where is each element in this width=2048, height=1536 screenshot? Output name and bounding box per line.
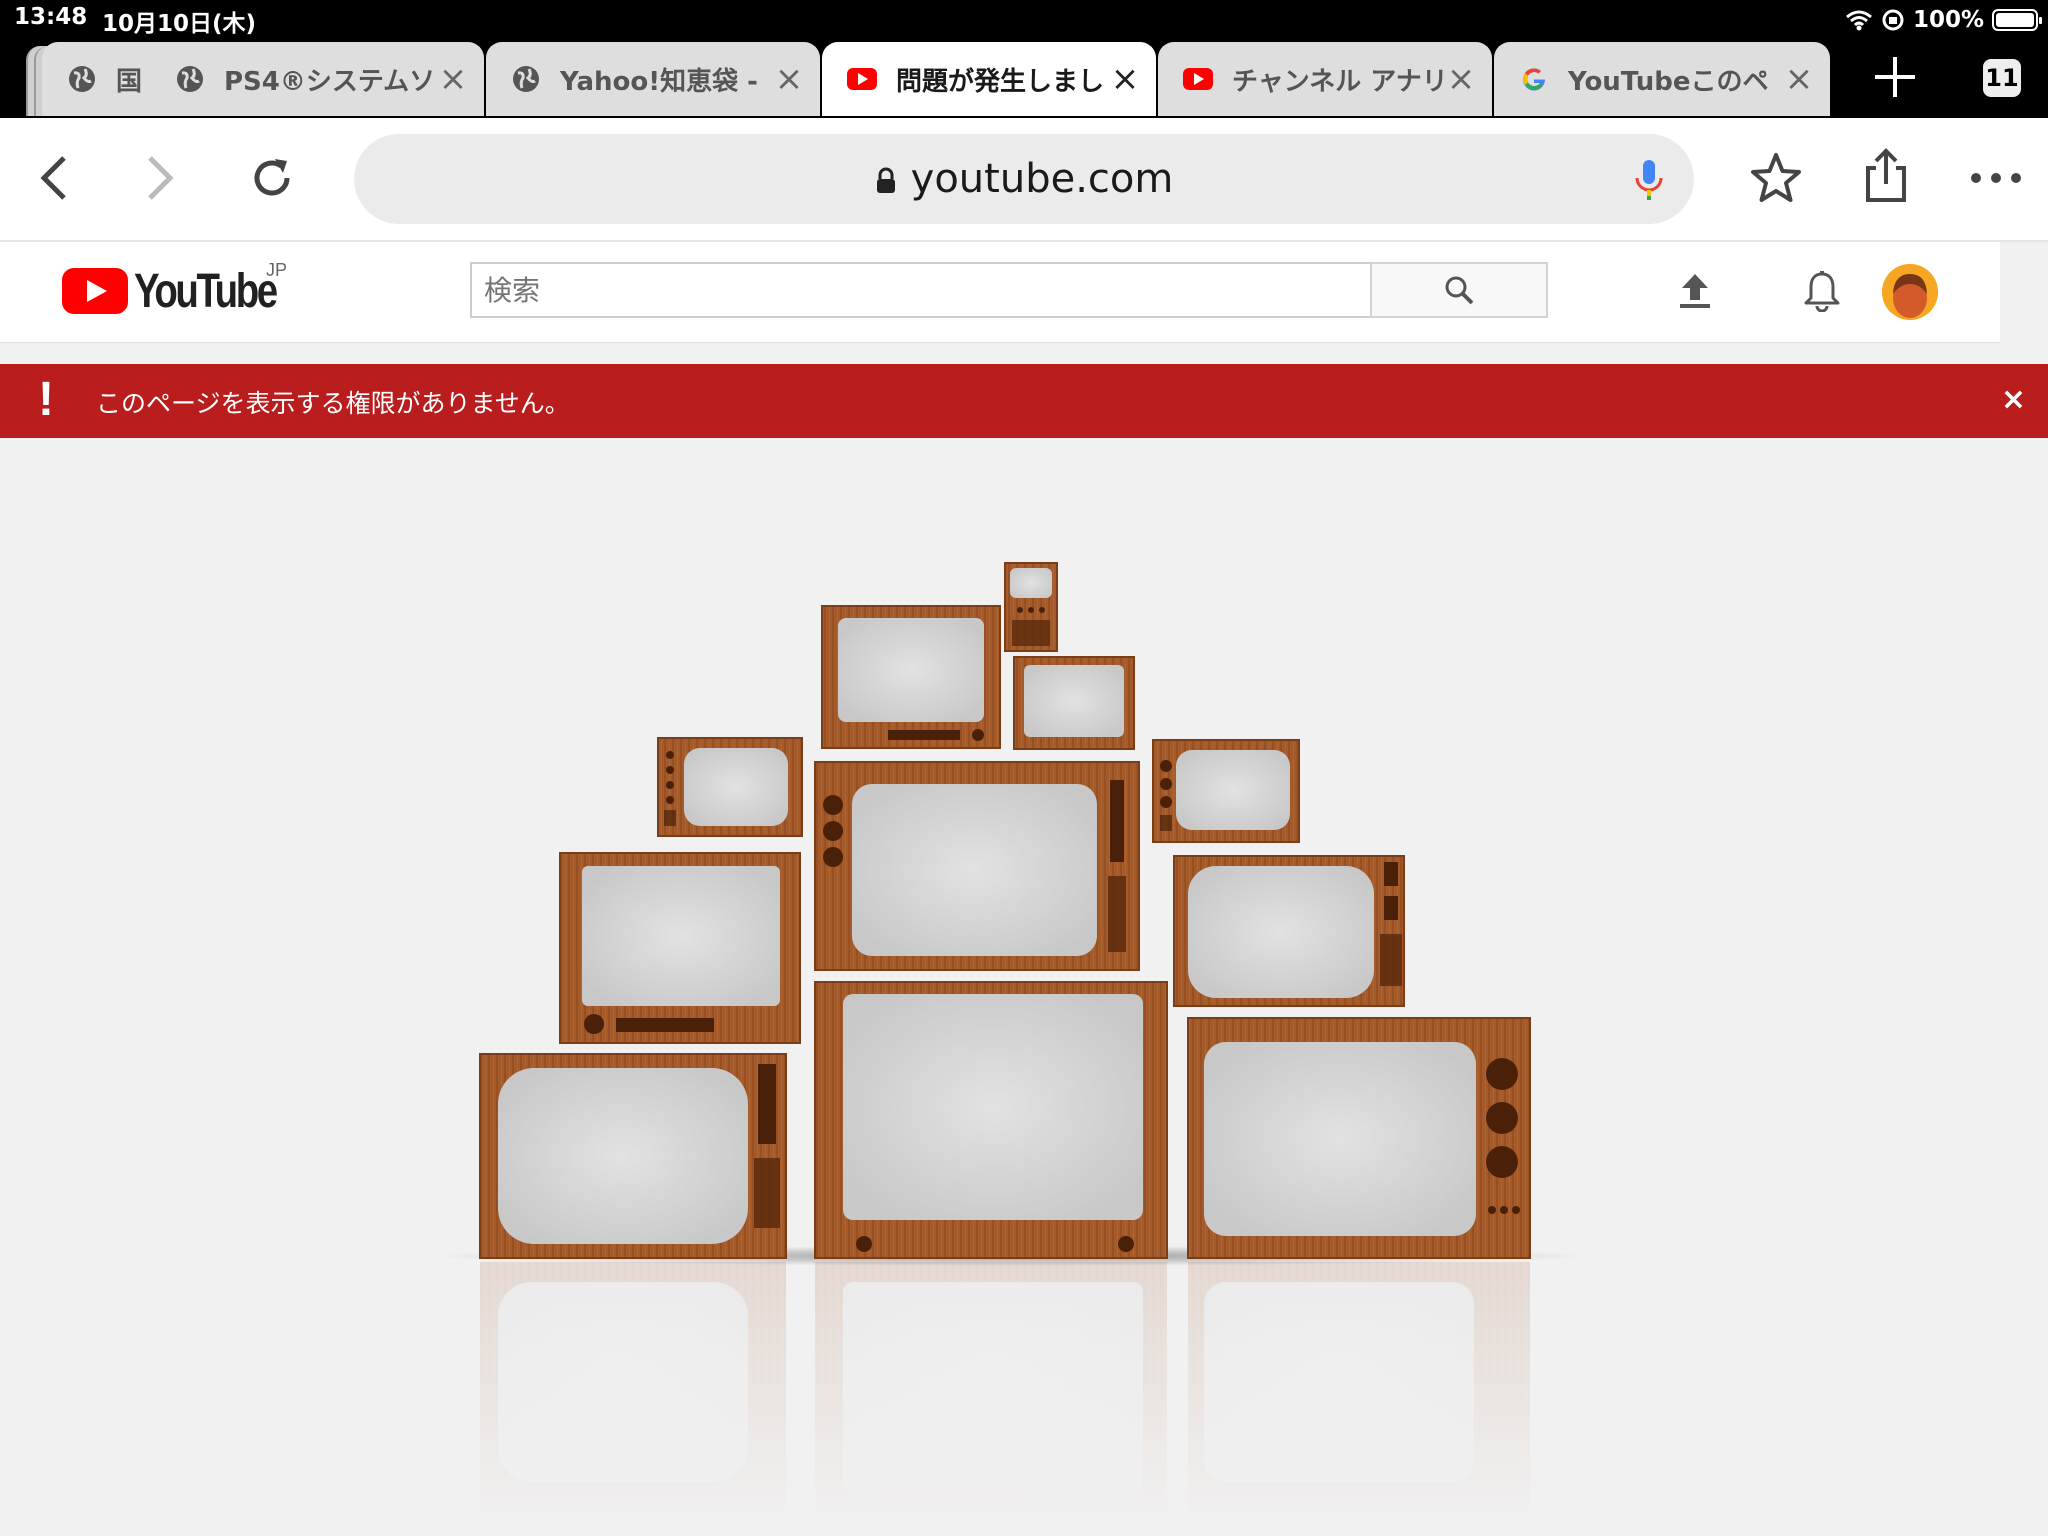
chevron-right-icon xyxy=(148,156,174,200)
status-date: 10月10日(木) xyxy=(102,11,257,37)
address-bar[interactable]: youtube.com xyxy=(354,134,1694,224)
avatar-icon xyxy=(1882,264,1938,320)
search-input[interactable] xyxy=(470,262,1372,318)
search-icon xyxy=(1445,276,1474,305)
status-bar: 13:48 10月10日(木) 100% xyxy=(0,0,2048,40)
microphone-icon[interactable] xyxy=(1634,158,1664,202)
battery-icon xyxy=(1992,9,2042,31)
share-icon xyxy=(1866,148,1906,202)
star-icon xyxy=(1751,153,1801,202)
tab-switcher-button[interactable]: 11 xyxy=(1983,59,2021,97)
share-button[interactable] xyxy=(1856,146,1916,206)
tab-close-button[interactable]: × xyxy=(1782,62,1816,96)
dismiss-banner-button[interactable]: × xyxy=(2001,382,2026,417)
tv-stack-illustration xyxy=(430,562,1590,1520)
tab-close-button[interactable]: × xyxy=(436,62,470,96)
forward-button[interactable] xyxy=(130,148,190,208)
tv-right-small xyxy=(1152,739,1300,843)
youtube-logo-icon xyxy=(62,268,128,314)
tab-title: 問題が発生しまし xyxy=(896,66,1105,97)
chevron-left-icon xyxy=(40,156,66,200)
status-right: 100% xyxy=(1845,4,2042,36)
tv-left-middle xyxy=(559,852,801,1044)
globe-icon xyxy=(66,63,98,95)
youtube-icon xyxy=(846,63,878,95)
search-button[interactable] xyxy=(1370,262,1548,318)
upload-button[interactable] xyxy=(1670,266,1720,316)
wifi-icon xyxy=(1845,10,1872,31)
notifications-button[interactable] xyxy=(1797,266,1847,316)
youtube-logo[interactable]: YouTube JP xyxy=(62,260,311,318)
tab-2[interactable]: Yahoo!知恵袋 - × xyxy=(486,42,820,116)
youtube-header: YouTube JP xyxy=(0,242,2000,343)
tab-close-button[interactable]: × xyxy=(1444,62,1478,96)
lock-icon xyxy=(876,167,895,193)
tab-strip: 国 PS4®システムソ × Yahoo!知恵袋 - × 問題が発生しまし × チ… xyxy=(0,40,2048,118)
orientation-lock-icon xyxy=(1882,9,1904,31)
new-tab-button[interactable] xyxy=(1870,52,1920,102)
tab-close-button[interactable]: × xyxy=(772,62,806,96)
tv-right-middle xyxy=(1173,855,1405,1007)
tab-close-button[interactable]: × xyxy=(1108,62,1142,96)
tv-center-upper xyxy=(814,761,1140,971)
tab-title: YouTubeこのペ xyxy=(1568,66,1769,97)
bell-icon xyxy=(1804,271,1840,312)
browser-toolbar: youtube.com xyxy=(0,118,2048,242)
tab-title: Yahoo!知恵袋 - xyxy=(560,66,758,97)
youtube-icon xyxy=(1182,63,1214,95)
error-banner: ! このページを表示する権限がありません。 × xyxy=(0,364,2048,438)
reflection-fade xyxy=(440,1262,1580,1520)
tv-bottom-center xyxy=(814,981,1168,1259)
alert-icon: ! xyxy=(38,373,54,426)
tab-title: チャンネル アナリ xyxy=(1232,66,1444,97)
tv-bottom-right xyxy=(1187,1017,1531,1259)
tab-title: PS4®システムソ xyxy=(224,66,436,97)
globe-icon xyxy=(174,63,206,95)
upload-icon xyxy=(1680,274,1710,308)
back-button[interactable] xyxy=(24,148,84,208)
youtube-logo-text: YouTube xyxy=(134,264,278,318)
tv-left-small xyxy=(657,737,803,837)
url-text: youtube.com xyxy=(910,156,1174,202)
tv-top-left xyxy=(821,605,1001,749)
status-time: 13:48 xyxy=(14,4,88,30)
more-menu-button[interactable] xyxy=(1966,148,2026,208)
reload-button[interactable] xyxy=(242,148,302,208)
tab-3-active[interactable]: 問題が発生しまし × xyxy=(822,42,1156,116)
google-icon xyxy=(1518,63,1550,95)
globe-icon xyxy=(510,63,542,95)
battery-percent: 100% xyxy=(1912,7,1984,33)
tv-bottom-left xyxy=(479,1053,787,1259)
tv-tiny-top xyxy=(1004,562,1058,652)
tab-1[interactable]: PS4®システムソ × xyxy=(150,42,484,116)
reload-icon xyxy=(254,159,290,196)
youtube-region-label: JP xyxy=(266,260,288,280)
error-message: このページを表示する権限がありません。 xyxy=(96,389,570,418)
tab-4[interactable]: チャンネル アナリ × xyxy=(1158,42,1492,116)
tab-5[interactable]: YouTubeこのペ × xyxy=(1494,42,1830,116)
tv-top-right-small xyxy=(1013,656,1135,750)
bookmark-button[interactable] xyxy=(1746,148,1806,208)
avatar[interactable] xyxy=(1882,264,1938,320)
more-horizontal-icon xyxy=(1971,173,2021,183)
